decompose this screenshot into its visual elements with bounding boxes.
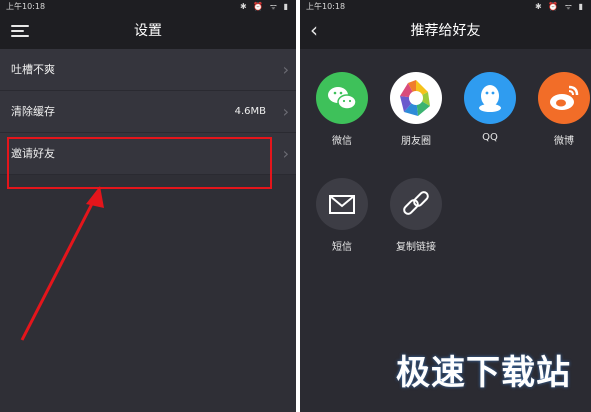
moments-icon xyxy=(390,72,442,124)
status-bar: 上午10:18 ✱ ⏰ ᯤ ▮ xyxy=(300,0,591,13)
settings-screen: 上午10:18 ✱ ⏰ ᯤ ▮ 设置 吐槽不爽 › 清除缓存 4.6MB › 邀… xyxy=(0,0,296,412)
link-icon xyxy=(390,178,442,230)
back-icon[interactable]: ‹ xyxy=(310,13,318,47)
share-label: 复制链接 xyxy=(396,242,436,253)
share-screen: 上午10:18 ✱ ⏰ ᯤ ▮ ‹ 推荐给好友 微信 朋友圈 QQ 微博 短信 … xyxy=(300,0,591,412)
share-wechat[interactable]: 微信 xyxy=(310,72,374,147)
share-weibo[interactable]: 微博 xyxy=(532,72,591,147)
qq-icon xyxy=(464,72,516,124)
annotation-arrow xyxy=(20,186,104,341)
share-label: 微博 xyxy=(554,136,574,147)
share-label: 短信 xyxy=(332,242,352,253)
weibo-icon xyxy=(538,72,590,124)
status-icons: ✱ ⏰ ᯤ ▮ xyxy=(535,2,585,11)
share-copy-link[interactable]: 复制链接 xyxy=(384,178,448,253)
share-label: QQ xyxy=(482,132,498,143)
share-qq[interactable]: QQ xyxy=(458,72,522,143)
watermark: 极速下载站 xyxy=(396,353,571,393)
page-title: 推荐给好友 xyxy=(410,23,481,39)
share-label: 微信 xyxy=(332,136,352,147)
share-moments[interactable]: 朋友圈 xyxy=(384,72,448,147)
sms-icon xyxy=(316,178,368,230)
share-sms[interactable]: 短信 xyxy=(310,178,374,253)
status-time: 上午10:18 xyxy=(306,2,346,11)
wechat-icon xyxy=(316,72,368,124)
title-bar: ‹ 推荐给好友 xyxy=(300,13,591,49)
share-label: 朋友圈 xyxy=(401,136,431,147)
